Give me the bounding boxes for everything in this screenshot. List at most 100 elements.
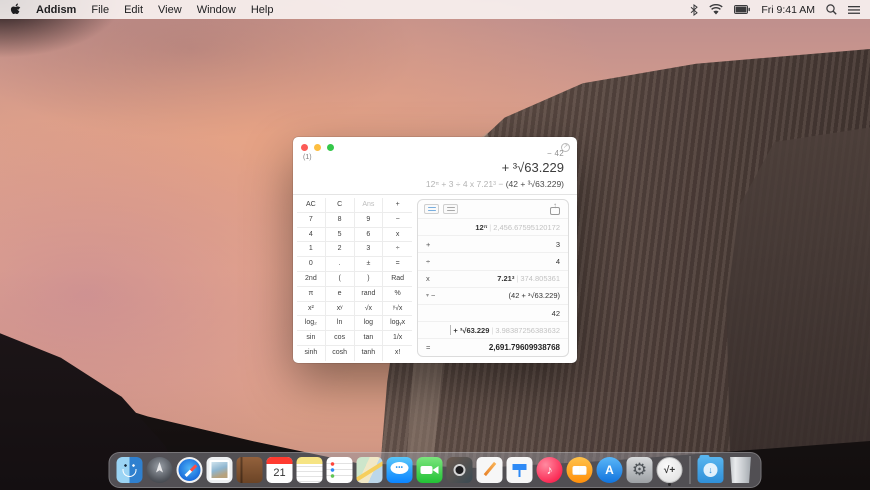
keypad-key[interactable]: √x xyxy=(354,301,384,317)
dock-icon-trash[interactable] xyxy=(730,457,751,483)
menu-item-help[interactable]: Help xyxy=(251,4,274,16)
history-row-result[interactable]: = 2,691.79609938768 xyxy=(418,338,568,355)
dock-icon-calendar[interactable]: 21 xyxy=(266,457,293,483)
dock-icon-keynote[interactable] xyxy=(506,457,533,483)
menu-item-file[interactable]: File xyxy=(91,4,109,16)
history-row[interactable]: x 7.213 | 374.805361 xyxy=(418,269,568,287)
keypad-key[interactable]: − xyxy=(383,213,412,228)
keypad-key[interactable]: π xyxy=(297,286,326,302)
menu-item-edit[interactable]: Edit xyxy=(124,4,143,16)
apple-menu-icon[interactable] xyxy=(10,3,21,16)
dock-icon-addism[interactable]: √+ xyxy=(656,457,683,486)
keypad-key[interactable]: tanh xyxy=(355,345,384,361)
keypad-key[interactable]: cos xyxy=(325,331,355,346)
bluetooth-icon[interactable] xyxy=(690,3,699,16)
keypad-key[interactable]: logᵧx xyxy=(383,316,412,332)
spotlight-icon[interactable] xyxy=(826,4,837,15)
keypad-key[interactable]: Rad xyxy=(383,272,412,287)
keypad-key[interactable]: = xyxy=(383,257,412,272)
keypad-key[interactable]: C xyxy=(325,198,355,213)
wifi-icon[interactable] xyxy=(709,4,723,15)
menu-item-view[interactable]: View xyxy=(158,4,182,16)
history-row[interactable]: 42 xyxy=(418,303,568,321)
keypad-key[interactable]: ln xyxy=(325,316,355,332)
dock-icon-safari[interactable] xyxy=(176,457,203,483)
dock-icon-facetime[interactable] xyxy=(416,457,443,483)
keypad-key[interactable]: ÷ xyxy=(383,242,412,258)
keypad-key[interactable]: 8 xyxy=(325,212,355,228)
keypad-key[interactable]: x xyxy=(383,228,412,243)
dock-icon-launchpad[interactable] xyxy=(146,457,173,483)
keypad-key[interactable]: 2nd xyxy=(297,271,326,287)
keypad-key[interactable]: AC xyxy=(297,198,326,213)
keypad-key[interactable]: 5 xyxy=(325,227,355,243)
keypad-key[interactable]: % xyxy=(383,287,412,302)
menu-bar-clock[interactable]: Fri 9:41 AM xyxy=(761,4,815,16)
keypad-key[interactable]: xʸ xyxy=(325,301,355,317)
history-view-toggle-list[interactable] xyxy=(443,204,458,214)
keypad-key[interactable]: ( xyxy=(325,271,355,287)
active-app-menu[interactable]: Addism xyxy=(36,4,76,16)
keypad-key[interactable]: rand xyxy=(354,286,384,302)
dock-icon-downloads[interactable]: ↓ xyxy=(697,455,724,483)
calculator-window[interactable]: ↗ (1) − 42 + ³√63.229 12π + 3 ÷ 4 x 7.21… xyxy=(293,137,577,363)
dock-icon-reminders[interactable] xyxy=(326,457,353,483)
keypad-key[interactable]: 3 xyxy=(354,242,384,258)
notification-center-icon[interactable] xyxy=(848,5,860,15)
keypad-key[interactable]: . xyxy=(325,257,355,272)
dock-icon-maps[interactable] xyxy=(356,457,383,483)
keypad-key[interactable]: ) xyxy=(354,271,384,287)
dock-icon-photo-booth[interactable] xyxy=(446,457,473,483)
dock-icon-messages[interactable]: ••• xyxy=(386,457,413,483)
keypad-key[interactable]: 1/x xyxy=(383,331,412,346)
running-indicator xyxy=(668,483,671,486)
keypad-key[interactable]: log xyxy=(354,316,384,332)
keypad-key[interactable]: 1 xyxy=(297,242,326,258)
keypad-key[interactable]: tan xyxy=(354,331,384,346)
keypad-key[interactable]: 2 xyxy=(325,242,355,258)
dock-icon-notes[interactable] xyxy=(296,457,323,483)
keypad-key[interactable]: e xyxy=(325,286,355,302)
dock-icon-itunes[interactable]: ♪ xyxy=(536,457,563,483)
history-row[interactable]: ▾ − (42 + ³√63.229) xyxy=(418,286,568,304)
dock-icon-pages[interactable] xyxy=(476,457,503,483)
keypad-key[interactable]: ± xyxy=(354,257,384,272)
keypad-key[interactable]: sinh xyxy=(297,345,326,361)
dock-icon-contacts[interactable] xyxy=(236,457,263,483)
keypad-key[interactable]: Ans xyxy=(354,198,384,213)
gear-icon: ⚙ xyxy=(631,460,648,479)
keypad-key[interactable]: 7 xyxy=(297,212,326,228)
keypad-key[interactable]: x² xyxy=(297,301,326,317)
dock-icon-app-store[interactable]: A xyxy=(596,457,623,483)
appstore-a-icon: A xyxy=(605,463,614,477)
dock-icon-ibooks[interactable] xyxy=(566,457,593,483)
keypad-key[interactable]: 9 xyxy=(354,212,384,228)
keypad-key[interactable]: 6 xyxy=(354,227,384,243)
calculator-display: − 42 + ³√63.229 12π + 3 ÷ 4 x 7.213 − (4… xyxy=(293,149,577,189)
history-row[interactable]: + 3 xyxy=(418,235,568,252)
keypad-key[interactable]: log₂ xyxy=(297,316,326,332)
dock-icon-finder[interactable] xyxy=(116,457,143,483)
dock-icon-system-preferences[interactable]: ⚙ xyxy=(626,457,653,483)
share-button[interactable]: ↑ xyxy=(548,201,562,215)
history-row[interactable]: ÷ 4 xyxy=(418,252,568,269)
battery-icon[interactable] xyxy=(734,5,751,14)
keypad-key[interactable]: cosh xyxy=(326,345,355,361)
history-expression: 42 xyxy=(551,308,560,318)
keypad-key[interactable]: x! xyxy=(383,346,412,361)
history-row[interactable]: + ³√63.229 | 3.98387256383632 xyxy=(418,321,568,338)
podium-stem xyxy=(518,470,521,477)
keypad-key[interactable]: + xyxy=(383,198,412,213)
compass-needle-icon xyxy=(184,464,197,477)
menu-item-window[interactable]: Window xyxy=(197,4,236,16)
keypad-key[interactable]: ʸ√x xyxy=(383,302,412,317)
keypad-key[interactable]: 4 xyxy=(297,227,326,243)
history-view-toggle-tape[interactable] xyxy=(424,204,439,214)
keypad-key[interactable]: 0 xyxy=(297,257,326,272)
dock-icon-mail[interactable] xyxy=(206,457,233,483)
history-expression: 4 xyxy=(555,256,560,266)
keypad-key[interactable]: sin xyxy=(297,331,326,346)
bubble-dots: ••• xyxy=(395,465,404,471)
history-row[interactable]: 12π | 2,456.67595120172 xyxy=(418,218,568,235)
disclosure-triangle-icon[interactable]: ▾ xyxy=(426,292,429,299)
